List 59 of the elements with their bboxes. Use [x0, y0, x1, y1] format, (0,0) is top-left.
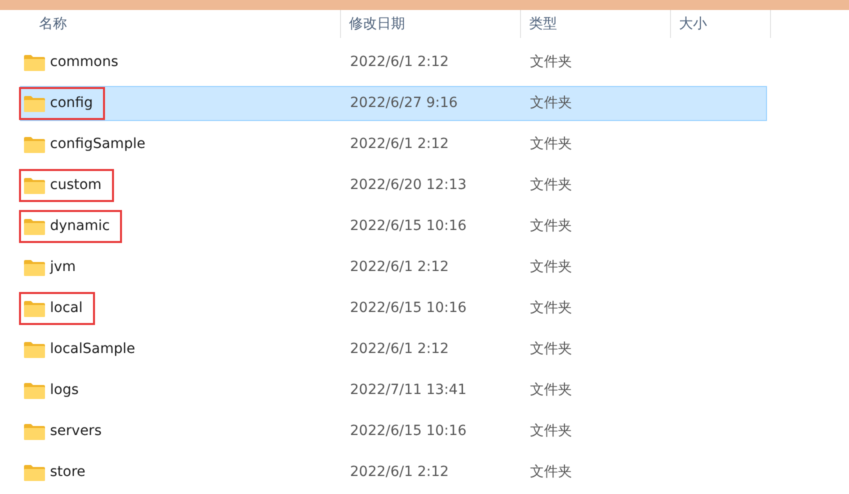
folder-icon — [24, 424, 45, 440]
modified-date: 2022/7/11 13:41 — [350, 382, 467, 398]
modified-date: 2022/6/27 9:16 — [350, 95, 458, 111]
folder-icon — [24, 96, 45, 112]
file-row[interactable]: logs 2022/7/11 13:41 文件夹 — [20, 373, 767, 408]
column-header[interactable]: 大小 — [679, 14, 707, 34]
file-row[interactable]: configSample 2022/6/1 2:12 文件夹 — [20, 127, 767, 162]
file-row[interactable]: servers 2022/6/15 10:16 文件夹 — [20, 414, 767, 449]
file-row[interactable]: config 2022/6/27 9:16 文件夹 — [20, 86, 767, 121]
file-name: store — [50, 463, 86, 482]
file-type: 文件夹 — [530, 54, 572, 70]
modified-date: 2022/6/20 12:13 — [350, 177, 467, 193]
modified-date: 2022/6/15 10:16 — [350, 218, 467, 234]
modified-date: 2022/6/1 2:12 — [350, 54, 449, 70]
file-type: 文件夹 — [530, 464, 572, 480]
file-type: 文件夹 — [530, 423, 572, 439]
file-type: 文件夹 — [530, 177, 572, 193]
file-type: 文件夹 — [530, 259, 572, 275]
file-name: localSample — [50, 340, 136, 359]
folder-icon — [24, 136, 45, 152]
file-type: 文件夹 — [530, 382, 572, 398]
file-row[interactable]: local 2022/6/15 10:16 文件夹 — [20, 291, 767, 326]
modified-date: 2022/6/1 2:12 — [350, 464, 449, 480]
folder-icon — [24, 464, 45, 480]
folder-icon — [24, 260, 45, 276]
folder-icon — [24, 178, 45, 194]
folder-icon — [24, 218, 45, 234]
file-name: local — [50, 299, 83, 318]
file-type: 文件夹 — [530, 341, 572, 357]
folder-icon — [24, 54, 45, 70]
file-row[interactable]: custom 2022/6/20 12:13 文件夹 — [20, 168, 767, 203]
folder-icon — [24, 382, 45, 398]
column-header[interactable]: 名称 — [39, 14, 67, 34]
folder-icon — [24, 300, 45, 316]
file-name: servers — [50, 422, 102, 441]
file-row[interactable]: store 2022/6/1 2:12 文件夹 — [20, 455, 767, 490]
file-name: jvm — [50, 258, 76, 277]
modified-date: 2022/6/1 2:12 — [350, 341, 449, 357]
file-name: logs — [50, 381, 79, 400]
file-row[interactable]: jvm 2022/6/1 2:12 文件夹 — [20, 250, 767, 285]
file-type: 文件夹 — [530, 136, 572, 152]
file-name: config — [50, 94, 93, 113]
file-type: 文件夹 — [530, 218, 572, 234]
column-header[interactable]: 类型 — [529, 14, 557, 34]
column-header[interactable]: 修改日期 — [349, 14, 405, 34]
modified-date: 2022/6/15 10:16 — [350, 423, 467, 439]
file-name: dynamic — [50, 217, 110, 236]
modified-date: 2022/6/1 2:12 — [350, 136, 449, 152]
file-name: commons — [50, 53, 118, 72]
file-type: 文件夹 — [530, 95, 572, 111]
file-row[interactable]: commons 2022/6/1 2:12 文件夹 — [20, 45, 767, 80]
file-name: configSample — [50, 135, 146, 154]
folder-icon — [24, 342, 45, 358]
file-name: custom — [50, 176, 102, 195]
modified-date: 2022/6/1 2:12 — [350, 259, 449, 275]
modified-date: 2022/6/15 10:16 — [350, 300, 467, 316]
file-row[interactable]: localSample 2022/6/1 2:12 文件夹 — [20, 332, 767, 367]
file-type: 文件夹 — [530, 300, 572, 316]
file-row[interactable]: dynamic 2022/6/15 10:16 文件夹 — [20, 209, 767, 244]
